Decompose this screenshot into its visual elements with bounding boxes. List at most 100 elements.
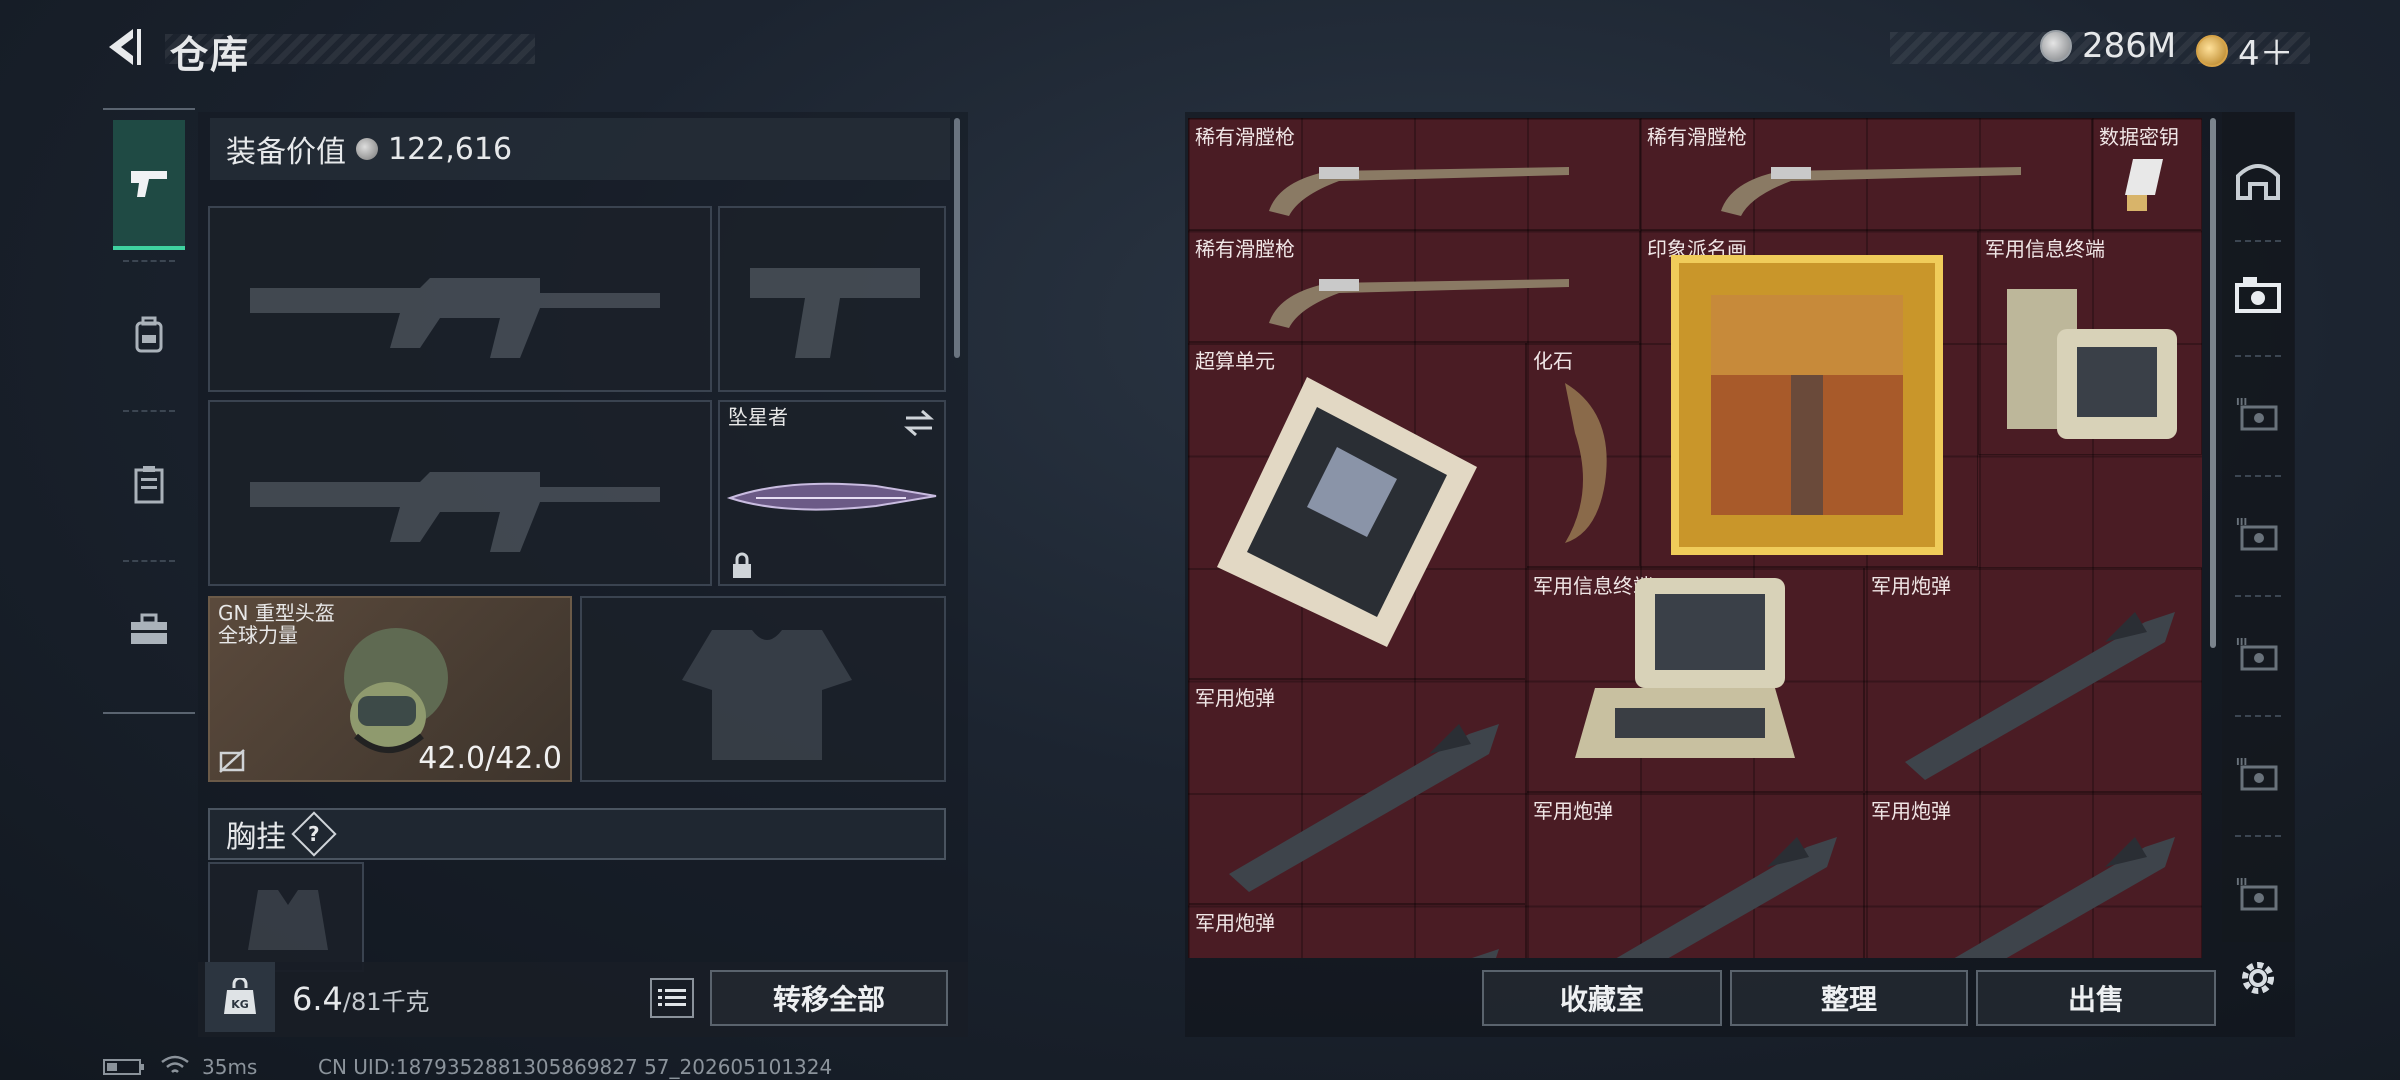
- svg-text:III: III: [2236, 517, 2247, 528]
- page-title: 仓库: [170, 33, 251, 77]
- tab-stash-page-locked[interactable]: III: [2228, 745, 2288, 805]
- toolbox-icon: [131, 613, 167, 644]
- chest-rig-icon: [134, 466, 164, 504]
- stash-item-military-shell[interactable]: 军用炮弹: [1188, 904, 1526, 958]
- tab-backpack[interactable]: [113, 270, 185, 400]
- tab-weapons[interactable]: [113, 120, 185, 250]
- data-key-icon: [2125, 159, 2163, 211]
- list-icon: [658, 989, 686, 1006]
- circuit-board-icon: [1217, 377, 1477, 647]
- chest-rig-header: 胸挂 ?: [208, 808, 946, 860]
- list-view-button[interactable]: [650, 978, 694, 1018]
- equipment-value: 122,616: [388, 131, 513, 167]
- primary-weapon-slot-1[interactable]: [208, 206, 712, 392]
- weight-lock-button[interactable]: KG: [205, 962, 275, 1032]
- carry-weight: 6.4/81千克: [292, 980, 430, 1018]
- gold-coin-icon: [2196, 34, 2228, 67]
- missile-icon: [1229, 724, 1499, 892]
- missile-icon: [1472, 949, 1499, 958]
- organize-button[interactable]: 整理: [1730, 970, 1968, 1026]
- stash-item-musket[interactable]: 稀有滑膛枪: [1188, 118, 1640, 230]
- tab-stash-page-locked[interactable]: III: [2228, 865, 2288, 925]
- loadout-scrollbar[interactable]: [954, 118, 960, 358]
- silver-coin-icon: [356, 138, 378, 160]
- sidearm-slot[interactable]: [718, 206, 946, 392]
- transfer-all-button[interactable]: 转移全部: [710, 970, 948, 1026]
- silver-amount: 286M: [2082, 26, 2177, 66]
- helmet-subtitle: 全球力量: [218, 623, 298, 647]
- tab-stash-page-locked[interactable]: III: [2228, 385, 2288, 445]
- back-arrow-icon: [109, 29, 141, 65]
- terminal-icon: [1575, 578, 1795, 758]
- help-icon[interactable]: ?: [291, 811, 337, 857]
- backpack-icon: [135, 316, 163, 353]
- stash-item-fossil[interactable]: 化石: [1526, 342, 1640, 567]
- weight-max: /81千克: [342, 988, 430, 1016]
- stash-item-data-key[interactable]: 数据密钥: [2092, 118, 2202, 230]
- stash-item-musket[interactable]: 稀有滑膛枪: [1640, 118, 2092, 230]
- battery-icon: [103, 1059, 144, 1075]
- gold-currency[interactable]: 4＋: [2196, 26, 2294, 75]
- locked-slot-icon: III: [2236, 517, 2278, 551]
- kg-weight-icon: KG: [224, 978, 256, 1014]
- svg-text:III: III: [2236, 877, 2247, 888]
- stash-item-military-shell[interactable]: 军用炮弹: [1188, 679, 1526, 904]
- swap-icon[interactable]: [902, 408, 936, 438]
- locked-slot-icon: III: [2236, 757, 2278, 791]
- stash-item-painting[interactable]: 印象派名画: [1640, 230, 1978, 567]
- stash-icon: [2236, 164, 2280, 200]
- knife-icon: [726, 482, 937, 511]
- tab-chest-rig[interactable]: [113, 420, 185, 550]
- painting-icon: [1671, 255, 1943, 555]
- collection-room-button[interactable]: 收藏室: [1482, 970, 1722, 1026]
- uid-text: CN UID:1879352881305869827 57_2026051013…: [318, 1055, 833, 1079]
- wifi-icon: [161, 1055, 189, 1073]
- gold-amount: 4＋: [2238, 34, 2294, 74]
- melee-slot[interactable]: 坠星者: [718, 400, 946, 586]
- back-button[interactable]: [100, 22, 150, 72]
- svg-text:KG: KG: [231, 998, 249, 1011]
- stash-item-military-terminal[interactable]: 军用信息终端: [1978, 230, 2202, 455]
- missile-icon: [1616, 837, 1837, 958]
- svg-text:III: III: [2236, 397, 2247, 408]
- stash-item-military-shell[interactable]: 军用炮弹: [1864, 792, 2202, 958]
- stash-item-military-shell[interactable]: 军用炮弹: [1526, 792, 1864, 958]
- stash-item-military-terminal[interactable]: 军用信息终端: [1526, 567, 1864, 792]
- tab-stash-page-locked[interactable]: III: [2228, 505, 2288, 565]
- stash-item-supercomputer-unit[interactable]: 超算单元: [1188, 342, 1526, 679]
- settings-icon: [2242, 962, 2274, 994]
- stash-item-military-shell[interactable]: 军用炮弹: [1864, 567, 2202, 792]
- musket-icon: [1269, 279, 1569, 328]
- tab-toolbox[interactable]: [113, 565, 185, 695]
- armor-silhouette-icon: [682, 630, 852, 760]
- chest-rig-slot[interactable]: [208, 862, 364, 972]
- musket-icon: [1721, 167, 2021, 216]
- camera-icon: [2235, 277, 2281, 313]
- helmet-slot[interactable]: GN 重型头盔 全球力量 42.0/42.0: [208, 596, 572, 782]
- rifle-silhouette-icon: [250, 278, 660, 358]
- weight-current: 6.4: [292, 980, 343, 1018]
- tab-stash-overview[interactable]: [2228, 150, 2288, 210]
- lock-icon: [733, 552, 751, 578]
- equipment-value-label: 装备价值: [226, 135, 346, 170]
- no-insure-icon: [219, 749, 245, 773]
- stash-item-musket[interactable]: 稀有滑膛枪: [1188, 230, 1640, 342]
- tab-stash-page-1[interactable]: [2228, 265, 2288, 325]
- missile-icon: [1905, 612, 2175, 780]
- primary-weapon-slot-2[interactable]: [208, 400, 712, 586]
- locked-slot-icon: III: [2236, 877, 2278, 911]
- body-armor-slot[interactable]: [580, 596, 946, 782]
- missile-icon: [1954, 837, 2175, 958]
- svg-text:III: III: [2236, 757, 2247, 768]
- stash-scrollbar[interactable]: [2210, 118, 2216, 648]
- helmet-durability: 42.0/42.0: [418, 741, 562, 776]
- sell-button[interactable]: 出售: [1976, 970, 2216, 1026]
- settings-button[interactable]: [2228, 948, 2288, 1008]
- tab-stash-page-locked[interactable]: III: [2228, 625, 2288, 685]
- musket-icon: [1269, 167, 1569, 216]
- pistol-icon: [131, 171, 167, 197]
- locked-slot-icon: III: [2236, 397, 2278, 431]
- terminal-icon: [2007, 289, 2177, 439]
- locked-slot-icon: III: [2236, 637, 2278, 671]
- svg-text:III: III: [2236, 637, 2247, 648]
